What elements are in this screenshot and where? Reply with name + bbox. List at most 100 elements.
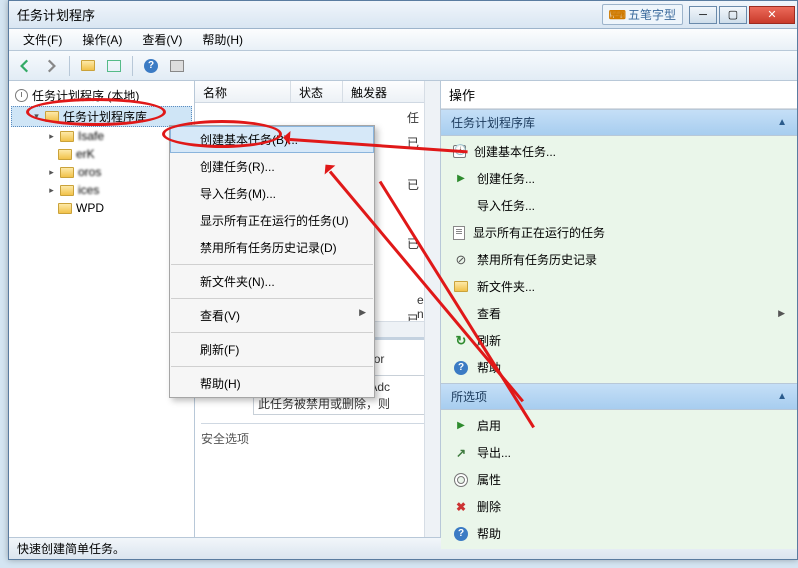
separator [171,332,373,333]
window-buttons: ─ ▢ ✕ [687,6,797,24]
tree-root[interactable]: 任务计划程序 (本地) [11,85,192,106]
actions-pane: 操作 任务计划程序库 ▲ 创建基本任务... 创建任务... 导入任务... 显… [441,81,797,537]
separator [171,298,373,299]
folder-icon [454,281,468,292]
context-menu: 创建基本任务(B)... 创建任务(R)... 导入任务(M)... 显示所有正… [169,125,375,398]
cm-new-folder[interactable]: 新文件夹(N)... [170,268,374,295]
expand-icon[interactable] [47,186,56,195]
action-help[interactable]: 帮助 [441,354,797,381]
list-cell: 已 [407,134,419,168]
minimize-button[interactable]: ─ [689,6,717,24]
export-icon [453,445,469,461]
action-show-running[interactable]: 显示所有正在运行的任务 [441,219,797,246]
ime-badge[interactable]: ⌨ 五笔字型 [602,4,683,25]
action-create-task[interactable]: 创建任务... [441,165,797,192]
action-properties[interactable]: 属性 [441,466,797,493]
panes-button[interactable] [102,54,126,78]
col-name[interactable]: 名称 [195,81,291,102]
expand-icon[interactable] [47,168,56,177]
cm-create-basic-task[interactable]: 创建基本任务(B)... [170,126,374,153]
play-icon [453,171,469,187]
cm-import-task[interactable]: 导入任务(M)... [170,180,374,207]
folder-icon [60,167,74,178]
action-new-folder[interactable]: 新文件夹... [441,273,797,300]
tree-library[interactable]: 任务计划程序库 [11,106,192,127]
folder-icon [60,131,74,142]
col-status[interactable]: 状态 [291,81,343,102]
actions-section-selected[interactable]: 所选项 ▲ [441,383,797,410]
tree-child[interactable]: oros [11,163,192,181]
action-view[interactable]: 查看▶ [441,300,797,327]
tree-pane: 任务计划程序 (本地) 任务计划程序库 Isafe erK oros ices … [9,81,195,537]
menubar: 文件(F) 操作(A) 查看(V) 帮助(H) [9,29,797,51]
close-button[interactable]: ✕ [749,6,795,24]
actions-list: 创建基本任务... 创建任务... 导入任务... 显示所有正在运行的任务 禁用… [441,136,797,383]
task-icon [453,145,466,158]
folder-icon [60,185,74,196]
properties-icon [453,472,469,488]
tree-child[interactable]: erK [11,145,192,163]
action-delete[interactable]: 删除 [441,493,797,520]
cm-show-running[interactable]: 显示所有正在运行的任务(U) [170,207,374,234]
tree-child[interactable]: WPD [11,199,192,217]
action-refresh[interactable]: 刷新 [441,327,797,354]
list-icon [453,226,465,240]
security-section-label: 安全选项 [201,423,434,447]
nav-back-button[interactable] [13,54,37,78]
scheduler-icon [15,89,28,102]
help-icon [453,360,469,376]
toolbar-separator [132,56,133,76]
submenu-arrow-icon: ▶ [778,308,785,319]
menu-help[interactable]: 帮助(H) [192,29,253,50]
status-text: 快速创建简单任务。 [17,540,125,557]
list-header: 名称 状态 触发器 [195,81,440,103]
toolbar-separator [69,56,70,76]
window-title: 任务计划程序 [17,5,602,24]
disable-icon [453,252,469,268]
actions-title: 操作 [441,81,797,109]
help-toolbar-button[interactable] [139,54,163,78]
toolbar [9,51,797,81]
folder-icon [58,149,72,160]
separator [171,264,373,265]
expand-icon[interactable] [47,132,56,141]
collapse-icon: ▲ [777,117,787,128]
actions-selected-list: 启用 导出... 属性 删除 帮助 [441,410,797,549]
app-window: 任务计划程序 ⌨ 五笔字型 ─ ▢ ✕ 文件(F) 操作(A) 查看(V) 帮助… [8,0,798,560]
cm-refresh[interactable]: 刷新(F) [170,336,374,363]
run-toolbar-button[interactable] [165,54,189,78]
menu-file[interactable]: 文件(F) [13,29,72,50]
titlebar: 任务计划程序 ⌨ 五笔字型 ─ ▢ ✕ [9,1,797,29]
help-icon [143,58,159,74]
action-create-basic-task[interactable]: 创建基本任务... [441,138,797,165]
cm-create-task[interactable]: 创建任务(R)... [170,153,374,180]
action-export[interactable]: 导出... [441,439,797,466]
action-disable-history[interactable]: 禁用所有任务历史记录 [441,246,797,273]
maximize-button[interactable]: ▢ [719,6,747,24]
submenu-arrow-icon: ▶ [359,307,366,318]
folder-icon [45,111,59,122]
cm-view[interactable]: 查看(V)▶ [170,302,374,329]
nav-forward-button[interactable] [39,54,63,78]
action-help[interactable]: 帮助 [441,520,797,547]
vertical-scrollbar[interactable] [424,337,440,537]
separator [171,366,373,367]
tree-child[interactable]: ices [11,181,192,199]
actions-section-library[interactable]: 任务计划程序库 ▲ [441,109,797,136]
collapse-icon: ▲ [777,391,787,402]
action-enable[interactable]: 启用 [441,412,797,439]
cm-disable-history[interactable]: 禁用所有任务历史记录(D) [170,234,374,261]
cm-help[interactable]: 帮助(H) [170,370,374,397]
action-import-task[interactable]: 导入任务... [441,192,797,219]
up-button[interactable] [76,54,100,78]
menu-action[interactable]: 操作(A) [72,29,132,50]
delete-icon [453,499,469,515]
help-icon [453,526,469,542]
enable-icon [453,418,469,434]
body: 任务计划程序 (本地) 任务计划程序库 Isafe erK oros ices … [9,81,797,537]
tree-child[interactable]: Isafe [11,127,192,145]
list-cell: 已 [407,176,419,227]
refresh-icon [453,333,469,349]
expand-icon[interactable] [32,112,41,121]
menu-view[interactable]: 查看(V) [132,29,192,50]
